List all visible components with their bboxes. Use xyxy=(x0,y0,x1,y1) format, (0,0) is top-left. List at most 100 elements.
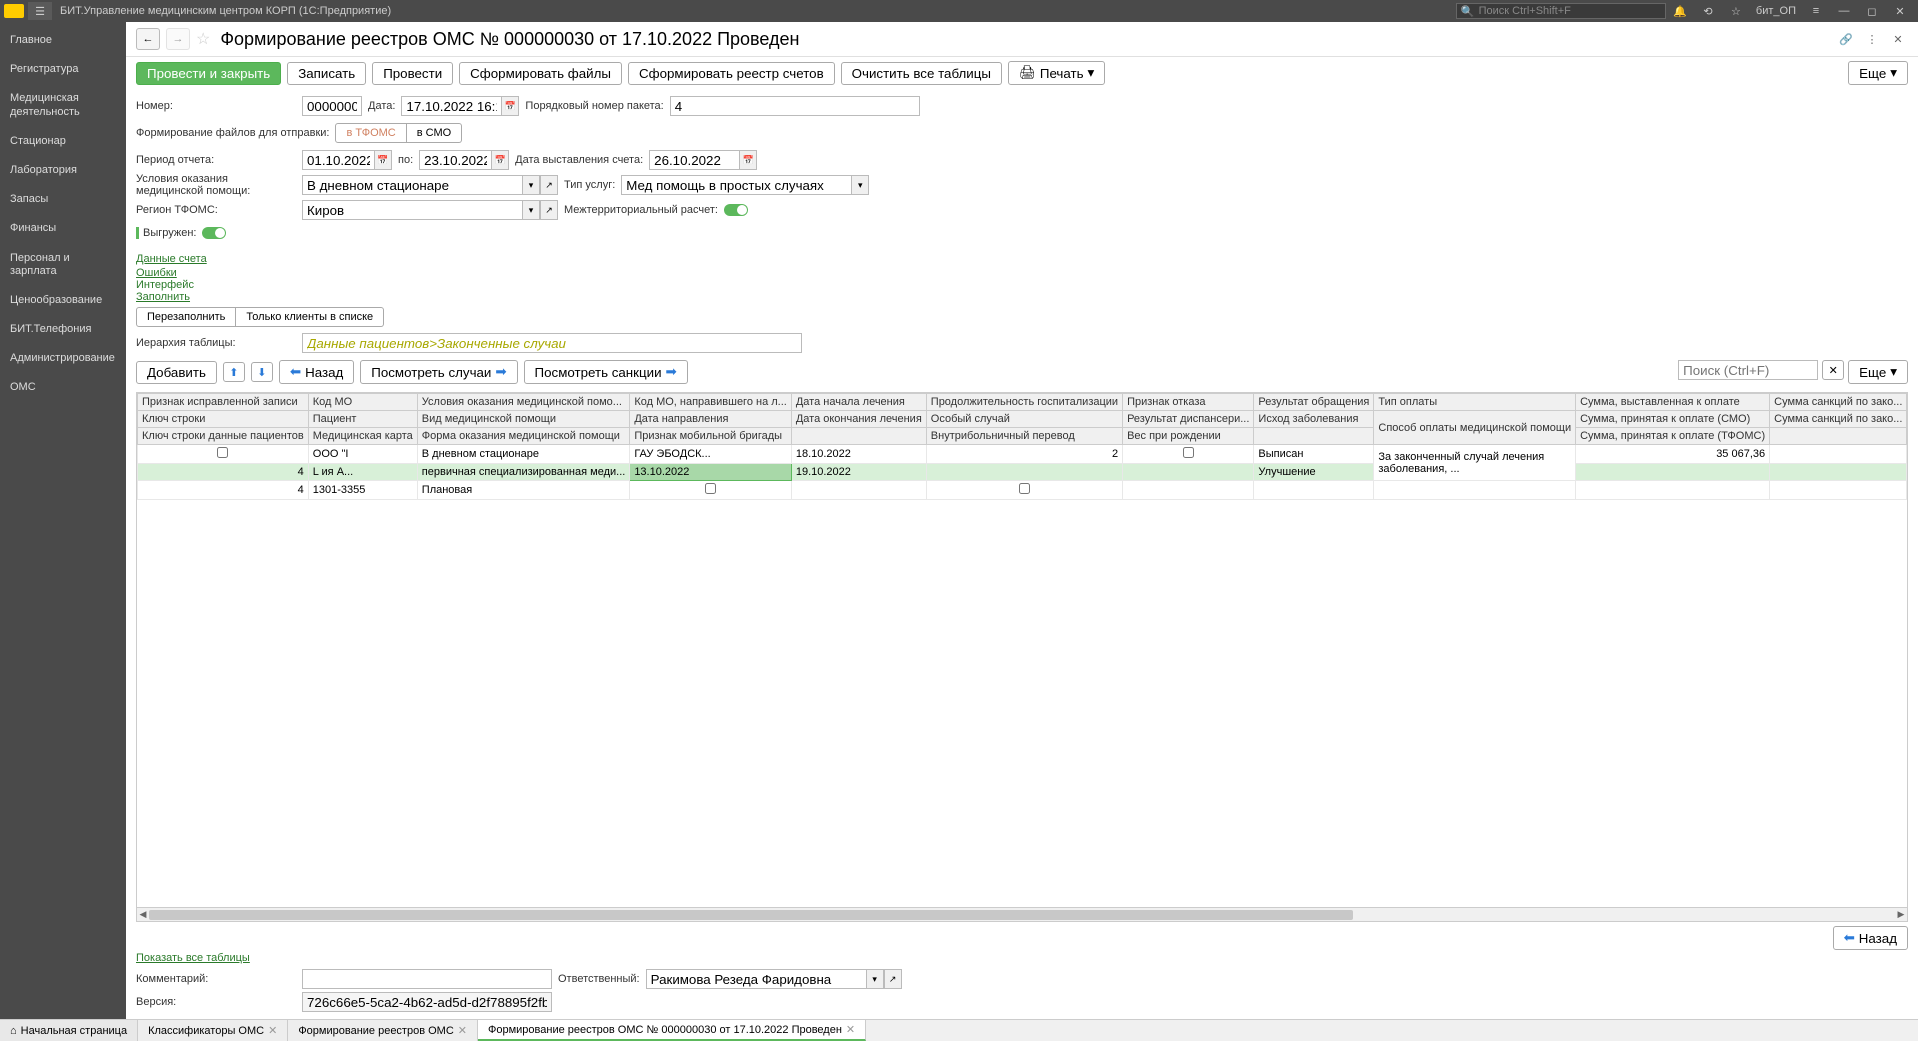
cell[interactable] xyxy=(926,464,1122,481)
conditions-input[interactable] xyxy=(302,175,522,195)
col-header[interactable]: Условия оказания медицинской помо... xyxy=(417,394,630,411)
settings-icon[interactable]: ≡ xyxy=(1804,2,1828,20)
col-header[interactable]: Ключ строки xyxy=(138,411,309,428)
col-header[interactable]: Код МО, направившего на л... xyxy=(630,394,792,411)
col-header[interactable]: Сумма санкций по зако... xyxy=(1770,394,1907,411)
table-more-button[interactable]: Еще ▾ xyxy=(1848,360,1908,384)
sidebar-item-admin[interactable]: Администрирование xyxy=(0,344,126,373)
tab-current-document[interactable]: Формирование реестров ОМС № 000000030 от… xyxy=(478,1020,866,1041)
col-header[interactable]: Код МО xyxy=(308,394,417,411)
col-header[interactable]: Исход заболевания xyxy=(1254,411,1374,428)
cell[interactable] xyxy=(1576,464,1770,481)
tfoms-tab[interactable]: в ТФОМС xyxy=(335,123,406,143)
col-header[interactable]: Форма оказания медицинской помощи xyxy=(417,428,630,445)
col-header[interactable]: Признак мобильной бригады xyxy=(630,428,792,445)
col-header[interactable]: Сумма, принятая к оплате (ТФОМС) xyxy=(1576,428,1770,445)
row-checkbox[interactable] xyxy=(1019,483,1030,494)
packet-input[interactable] xyxy=(670,96,920,116)
cell[interactable] xyxy=(1254,481,1374,500)
write-button[interactable]: Записать xyxy=(287,62,366,85)
minimize-icon[interactable]: — xyxy=(1832,2,1856,20)
move-up-button[interactable]: ⬆ xyxy=(223,362,245,382)
view-cases-button[interactable]: Посмотреть случаи ➡ xyxy=(360,360,517,384)
cell[interactable]: Плановая xyxy=(417,481,630,500)
table-search-input[interactable] xyxy=(1678,360,1818,380)
show-all-tables-link[interactable]: Показать все таблицы xyxy=(136,952,250,964)
smo-tab[interactable]: в СМО xyxy=(407,123,462,143)
nav-back-button[interactable]: ← xyxy=(136,28,160,50)
move-down-button[interactable]: ⬇ xyxy=(251,362,273,382)
invoice-date-input[interactable] xyxy=(649,150,739,170)
sidebar-item-hospital[interactable]: Стационар xyxy=(0,127,126,156)
close-window-icon[interactable]: ✕ xyxy=(1888,2,1912,20)
col-header[interactable]: Дата направления xyxy=(630,411,792,428)
tab-classifiers[interactable]: Классификаторы ОМС ✕ xyxy=(138,1020,288,1041)
col-header[interactable]: Внутрибольничный перевод xyxy=(926,428,1122,445)
table-row[interactable]: 4 L ия А... первичная специализированная… xyxy=(138,464,1907,481)
col-header[interactable]: Особый случай xyxy=(926,411,1122,428)
sidebar-item-oms[interactable]: ОМС xyxy=(0,373,126,402)
close-document-icon[interactable]: ✕ xyxy=(1888,29,1908,49)
post-and-close-button[interactable]: Провести и закрыть xyxy=(136,62,281,85)
responsible-input[interactable] xyxy=(646,969,866,989)
kebab-menu-icon[interactable]: ⋮ xyxy=(1862,29,1882,49)
uploaded-toggle[interactable] xyxy=(202,227,226,239)
sidebar-item-stock[interactable]: Запасы xyxy=(0,185,126,214)
open-icon[interactable]: ↗ xyxy=(540,175,558,195)
number-input[interactable] xyxy=(302,96,362,116)
sidebar-item-hr[interactable]: Персонал и зарплата xyxy=(0,244,126,286)
cell[interactable] xyxy=(1770,445,1907,464)
hierarchy-input[interactable] xyxy=(302,333,802,353)
horizontal-scrollbar[interactable]: ◀ ▶ xyxy=(136,908,1908,922)
cell[interactable]: 4 xyxy=(138,481,309,500)
calendar-icon[interactable]: 📅 xyxy=(739,150,757,170)
favorites-icon[interactable]: ☆ xyxy=(1724,2,1748,20)
form-registry-button[interactable]: Сформировать реестр счетов xyxy=(628,62,835,85)
cell[interactable]: 18.10.2022 xyxy=(791,445,926,464)
cell[interactable]: ООО "I xyxy=(308,445,417,464)
cell[interactable]: 35 067,36 xyxy=(1576,445,1770,464)
close-tab-icon[interactable]: ✕ xyxy=(846,1023,855,1036)
sidebar-item-registry[interactable]: Регистратура xyxy=(0,55,126,84)
service-type-input[interactable] xyxy=(621,175,851,195)
close-tab-icon[interactable]: ✕ xyxy=(458,1024,467,1037)
only-clients-button[interactable]: Только клиенты в списке xyxy=(236,307,384,327)
account-data-link[interactable]: Данные счета xyxy=(136,253,207,265)
col-header[interactable]: Способ оплаты медицинской помощи xyxy=(1374,411,1576,445)
sidebar-item-lab[interactable]: Лаборатория xyxy=(0,156,126,185)
row-checkbox[interactable] xyxy=(1183,447,1194,458)
maximize-icon[interactable]: ◻ xyxy=(1860,2,1884,20)
selected-cell[interactable]: 13.10.2022 xyxy=(630,464,792,481)
col-header[interactable] xyxy=(1770,428,1907,445)
dropdown-icon[interactable]: ▾ xyxy=(866,969,884,989)
col-header[interactable]: Медицинская карта xyxy=(308,428,417,445)
cell[interactable] xyxy=(791,481,926,500)
cell[interactable]: 1301-3355 xyxy=(308,481,417,500)
calendar-icon[interactable]: 📅 xyxy=(501,96,519,116)
table-row[interactable]: 4 1301-3355 Плановая xyxy=(138,481,1907,500)
table-row[interactable]: ООО "I В дневном стационаре ГАУ ЭБОДСК..… xyxy=(138,445,1907,464)
cell[interactable]: 19.10.2022 xyxy=(791,464,926,481)
cell[interactable] xyxy=(1770,481,1907,500)
cell[interactable]: Улучшение xyxy=(1254,464,1374,481)
period-to-input[interactable] xyxy=(419,150,491,170)
col-header[interactable]: Тип оплаты xyxy=(1374,394,1576,411)
col-header[interactable]: Дата окончания лечения xyxy=(791,411,926,428)
col-header[interactable]: Сумма, принятая к оплате (СМО) xyxy=(1576,411,1770,428)
tab-registries[interactable]: Формирование реестров ОМС ✕ xyxy=(288,1020,478,1041)
errors-link[interactable]: Ошибки xyxy=(136,267,177,279)
print-button[interactable]: 🖨Печать ▾ xyxy=(1008,61,1105,85)
cell[interactable] xyxy=(1374,481,1576,500)
clear-tables-button[interactable]: Очистить все таблицы xyxy=(841,62,1002,85)
col-header[interactable]: Сумма, выставленная к оплате xyxy=(1576,394,1770,411)
cell[interactable]: За законченный случай лечения заболевани… xyxy=(1374,445,1576,481)
footer-back-button[interactable]: ⬅Назад xyxy=(1833,926,1908,950)
col-header[interactable]: Пациент xyxy=(308,411,417,428)
global-search-input[interactable]: 🔍 Поиск Ctrl+Shift+F xyxy=(1456,3,1666,19)
notifications-icon[interactable]: 🔔 xyxy=(1668,2,1692,20)
dropdown-icon[interactable]: ▾ xyxy=(522,175,540,195)
cell[interactable]: В дневном стационаре xyxy=(417,445,630,464)
sidebar-item-medical[interactable]: Медицинская деятельность xyxy=(0,84,126,126)
cell[interactable]: 2 xyxy=(926,445,1122,464)
scroll-thumb[interactable] xyxy=(149,910,1353,920)
